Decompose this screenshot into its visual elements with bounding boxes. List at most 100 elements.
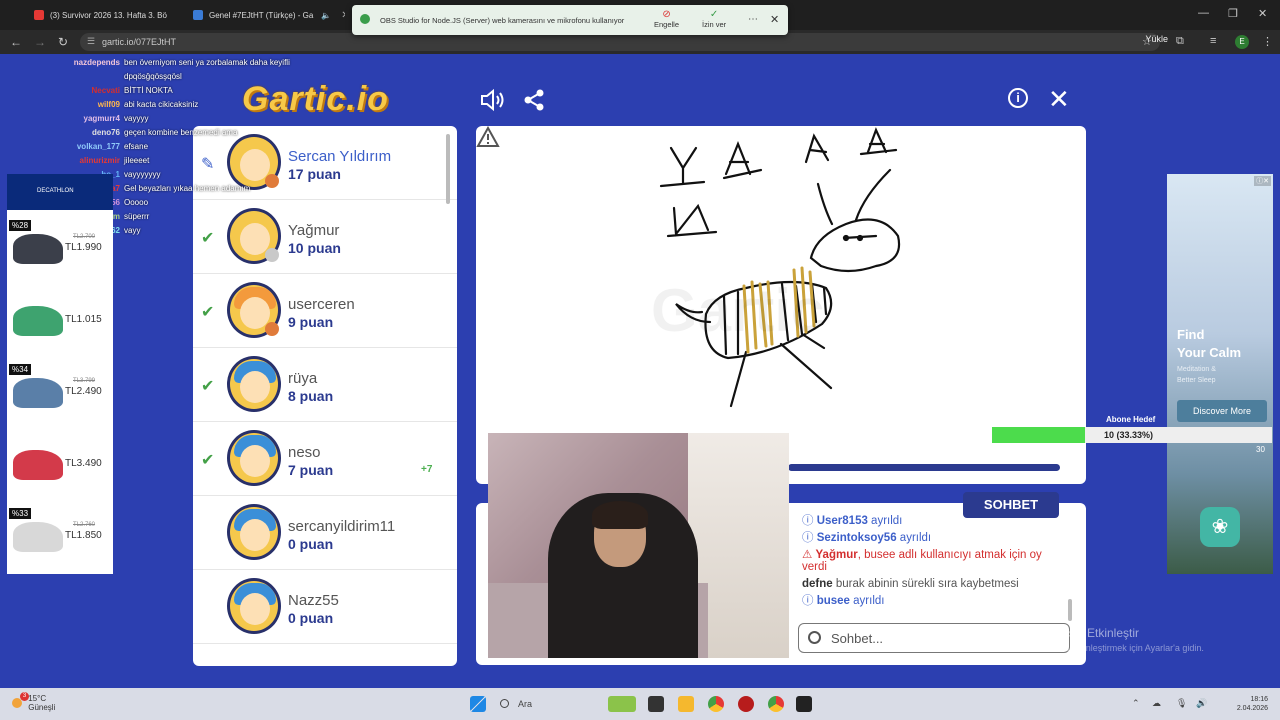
ad-product[interactable]: %34 TL3.799 TL2.490 bbox=[7, 364, 113, 434]
stream-chat-user: nazdepends bbox=[73, 57, 120, 67]
player-row[interactable]: ✔ rüya 8 puan bbox=[193, 348, 457, 422]
weather-widget[interactable]: 3 15°C Güneşli bbox=[12, 692, 56, 712]
sound-icon[interactable] bbox=[480, 88, 506, 112]
ad-product[interactable]: %33 TL2.760 TL1.850 bbox=[7, 508, 113, 574]
widgets-game-icon[interactable] bbox=[608, 696, 636, 712]
goal-label: Abone Hedef bbox=[1106, 415, 1156, 424]
stream-chat-text: geçen kombine benzemedi ama bbox=[124, 127, 238, 137]
chat-message-text: ayrıldı bbox=[849, 595, 885, 607]
volume-icon[interactable]: 🔊 bbox=[1196, 698, 1207, 709]
popup-close-icon[interactable]: ✕ bbox=[770, 13, 779, 26]
youtube-icon bbox=[34, 10, 44, 20]
profile-avatar[interactable]: E bbox=[1235, 35, 1249, 49]
discount-badge: %33 bbox=[9, 508, 32, 519]
stream-chat-line: wilf09 abi kacta cikicaksiniz bbox=[0, 97, 330, 111]
more-icon[interactable]: ⋯ bbox=[748, 14, 758, 25]
chat-message: ⓘ Sezintoksoy56 ayrıldı bbox=[802, 532, 1068, 544]
chat-scrollbar[interactable] bbox=[1068, 599, 1072, 621]
media-icon[interactable]: ≡ bbox=[1210, 35, 1216, 47]
exit-game-icon[interactable]: ✕ bbox=[1048, 84, 1070, 115]
chat-message-text: ayrıldı bbox=[896, 532, 932, 544]
right-ad-banner[interactable]: ⓘ✕ Find Your Calm Meditation & Better Sl… bbox=[1167, 174, 1273, 574]
player-row[interactable]: Nazz55 0 puan bbox=[193, 570, 457, 644]
opera-icon[interactable] bbox=[738, 696, 754, 712]
ad-sub-1: Meditation & bbox=[1177, 366, 1216, 373]
taskbar-clock[interactable]: 18:16 2.04.2026 bbox=[1218, 695, 1268, 713]
chat-messages: ⓘ User8153 ayrıldı ⓘ Sezintoksoy56 ayrıld… bbox=[802, 515, 1068, 612]
ad-choices-icon[interactable]: ⓘ✕ bbox=[1254, 176, 1271, 186]
ad-subtext: Meditation & Better Sleep bbox=[1177, 364, 1216, 386]
address-bar[interactable]: ☰ gartic.io/077EJtHT bbox=[80, 33, 1160, 51]
search-icon bbox=[500, 699, 509, 708]
guessed-check-icon: ✔ bbox=[201, 452, 215, 469]
product-price: TL1.990 bbox=[65, 242, 102, 253]
ad-cta-button[interactable]: Discover More bbox=[1177, 400, 1267, 422]
discount-badge: %28 bbox=[9, 220, 32, 231]
allow-check-icon: ✓ bbox=[709, 9, 719, 20]
stream-chat-text: vayy bbox=[124, 225, 141, 235]
stream-chat-text: Gel beyazları yıkaa hemen adamım bbox=[124, 183, 251, 193]
player-row[interactable]: sercanyildirim11 0 puan bbox=[193, 496, 457, 570]
bookmark-star-icon[interactable]: ☆ bbox=[1142, 35, 1152, 48]
taskbar-search[interactable]: Ara bbox=[494, 695, 594, 713]
clock-time: 18:16 bbox=[1250, 696, 1268, 703]
block-button[interactable]: ⊘ Engelle bbox=[654, 9, 679, 29]
obs-icon[interactable] bbox=[796, 696, 812, 712]
extensions-icon[interactable]: ⧉ bbox=[1176, 35, 1184, 48]
gartic-favicon-icon bbox=[193, 10, 203, 20]
weather-desc: Güneşli bbox=[28, 703, 56, 712]
stream-chat-text: efsane bbox=[124, 141, 149, 151]
ad-product[interactable]: TL1.015 bbox=[7, 292, 113, 362]
menu-kebab-icon[interactable]: ⋮ bbox=[1262, 35, 1273, 48]
network-icon[interactable]: ☁ bbox=[1152, 698, 1161, 709]
info-icon[interactable]: i bbox=[1008, 88, 1028, 108]
old-price: TL2.760 bbox=[73, 522, 96, 528]
back-arrow-icon[interactable]: ← bbox=[10, 35, 22, 49]
player-name: neso bbox=[288, 444, 321, 461]
task-view-icon[interactable] bbox=[648, 696, 664, 712]
ad-product[interactable]: %28 TL2.700 TL1.990 bbox=[7, 220, 113, 290]
ad-product[interactable]: TL3.490 bbox=[7, 436, 113, 506]
stream-chat-line: yagmurr4 vayyyy bbox=[0, 111, 330, 125]
reload-icon[interactable]: ↻ bbox=[58, 35, 68, 49]
stream-chat-line: dpqösğqösşqösl bbox=[0, 69, 330, 83]
browser-tab-survivor[interactable]: (3) Survivor 2026 13. Hafta 3. Bö ✕ bbox=[26, 4, 176, 26]
chat-bubble-icon bbox=[808, 631, 821, 644]
avatar-part bbox=[240, 445, 270, 477]
permission-message: OBS Studio for Node.JS (Server) web kame… bbox=[380, 16, 625, 25]
goal-min: 0 bbox=[992, 445, 997, 454]
chat-tab[interactable]: SOHBET bbox=[963, 492, 1059, 518]
stream-chat-text: süperrr bbox=[124, 211, 150, 221]
camera-permission-popup: OBS Studio for Node.JS (Server) web kame… bbox=[352, 5, 788, 35]
stream-chat-user: wilf09 bbox=[97, 99, 120, 109]
weather-temp: 15°C bbox=[28, 694, 47, 703]
goal-max: 30 bbox=[1256, 445, 1265, 454]
mic-icon[interactable]: 🎙 bbox=[1176, 698, 1187, 709]
close-icon[interactable]: ✕ bbox=[341, 10, 345, 21]
chrome-icon[interactable] bbox=[708, 696, 724, 712]
player-points: 7 puan bbox=[288, 462, 334, 478]
speaker-icon: 🔈 bbox=[321, 10, 332, 20]
left-ad-banner[interactable]: DECATHLON %28 TL2.700 TL1.990 TL1.015 %34 TL3… bbox=[7, 174, 113, 574]
allow-button[interactable]: ✓ İzin ver bbox=[702, 9, 726, 29]
ad-brand: DECATHLON bbox=[7, 174, 113, 210]
players-scrollbar[interactable] bbox=[446, 134, 450, 204]
player-row[interactable]: ✔ userceren 9 puan bbox=[193, 274, 457, 348]
minimize-icon[interactable]: — bbox=[1198, 7, 1209, 19]
tray-chevron-icon[interactable]: ⌃ bbox=[1132, 698, 1140, 709]
stream-chat-user: deno76 bbox=[91, 127, 120, 137]
chrome-profile-icon[interactable] bbox=[768, 696, 784, 712]
start-windows-icon[interactable] bbox=[470, 696, 486, 712]
stream-chat-user: alinurizmir bbox=[79, 155, 120, 165]
site-info-icon[interactable]: ☰ bbox=[87, 36, 95, 47]
maximize-icon[interactable]: ❐ bbox=[1228, 7, 1238, 20]
browser-tab-gartic[interactable]: Genel #7EJtHT (Türkçe) - Ga 🔈 ✕ bbox=[185, 4, 345, 26]
report-warning-icon[interactable] bbox=[476, 126, 500, 148]
player-points: 0 puan bbox=[288, 610, 334, 626]
file-explorer-icon[interactable] bbox=[678, 696, 694, 712]
forward-arrow-icon[interactable]: → bbox=[34, 35, 46, 49]
share-icon[interactable] bbox=[522, 88, 546, 112]
shoe-image bbox=[13, 450, 63, 480]
player-row[interactable]: ✔ neso 7 puan +7 bbox=[193, 422, 457, 496]
window-close-icon[interactable]: ✕ bbox=[1258, 7, 1267, 20]
